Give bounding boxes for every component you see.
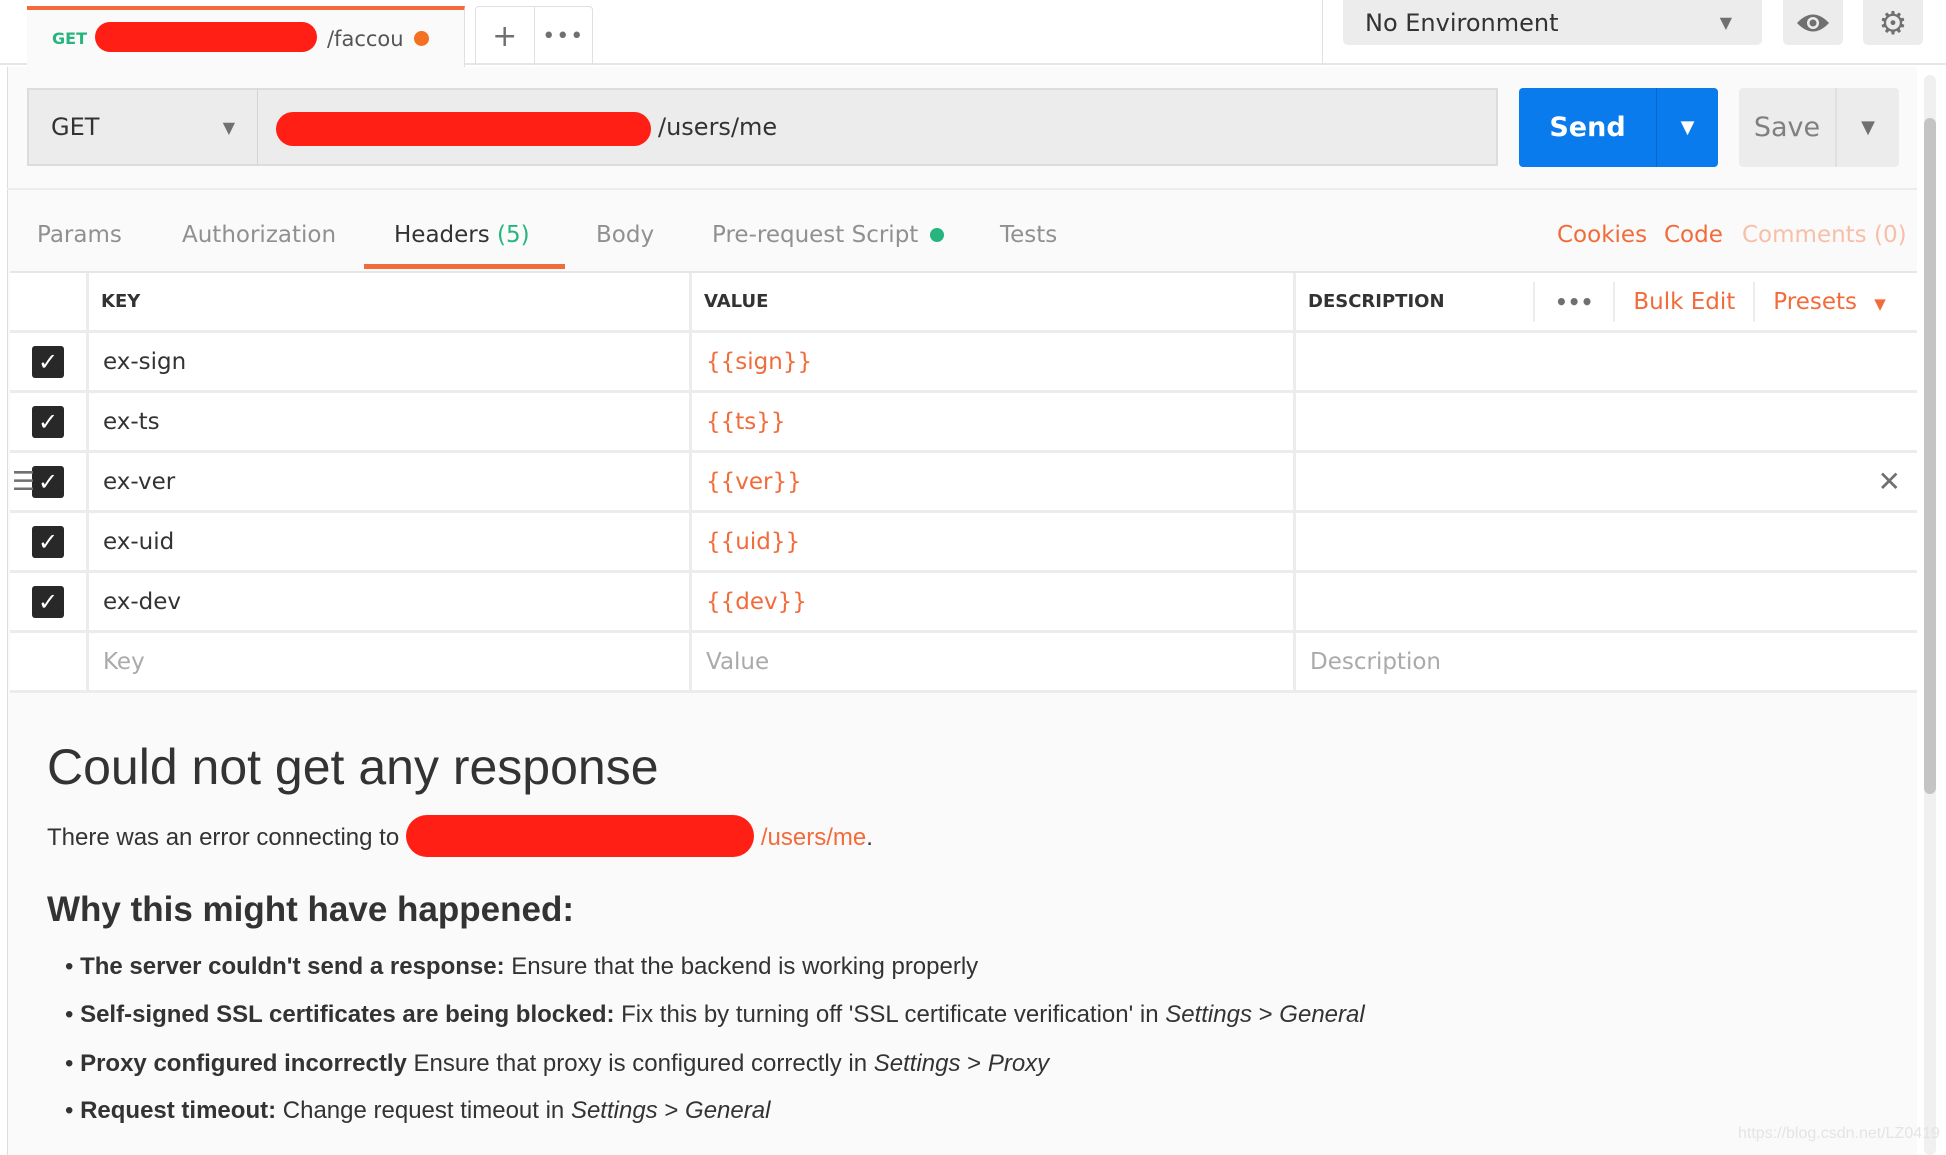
- header-description[interactable]: ✕: [1296, 453, 1917, 510]
- tab-method: GET: [52, 29, 87, 48]
- key-input[interactable]: Key: [89, 633, 692, 690]
- tab-pre-request-script[interactable]: Pre-request Script: [712, 222, 944, 248]
- settings-button[interactable]: ⚙: [1863, 0, 1923, 45]
- header-description[interactable]: [1296, 513, 1917, 570]
- header-value[interactable]: {{ts}}: [692, 393, 1296, 450]
- send-options-button[interactable]: ▼: [1657, 88, 1718, 167]
- header-key[interactable]: ex-dev: [89, 573, 692, 630]
- tab-title: /faccou: [326, 26, 404, 51]
- error-url-link[interactable]: /users/me: [761, 824, 866, 851]
- enable-checkbox[interactable]: ✓: [32, 585, 64, 618]
- bulk-edit-button[interactable]: Bulk Edit: [1615, 281, 1756, 322]
- table-row: ✓ ex-uid {{uid}}: [10, 513, 1917, 573]
- active-tab-indicator: [364, 264, 565, 269]
- chevron-down-icon: ▼: [1874, 294, 1886, 313]
- environment-quick-look-button[interactable]: [1783, 0, 1843, 45]
- chevron-down-icon: ▼: [1861, 117, 1875, 138]
- reason-item: • Self-signed SSL certificates are being…: [65, 1001, 1365, 1028]
- new-tab-button[interactable]: +: [476, 7, 534, 65]
- header-value[interactable]: {{sign}}: [692, 333, 1296, 390]
- headers-count: (5): [497, 222, 530, 248]
- redaction: [405, 815, 754, 857]
- why-heading: Why this might have happened:: [47, 890, 574, 929]
- chevron-down-icon: ▼: [1680, 117, 1695, 138]
- error-message: There was an error connecting to /users/…: [47, 815, 873, 857]
- chevron-down-icon: ▼: [222, 117, 235, 137]
- header-key[interactable]: ex-uid: [89, 513, 692, 570]
- header-value[interactable]: {{ver}}: [692, 453, 1296, 510]
- reason-item: • Proxy configured incorrectly Ensure th…: [65, 1050, 1050, 1077]
- code-link[interactable]: Code: [1664, 222, 1723, 248]
- table-row: ✓ ex-ts {{ts}}: [10, 393, 1917, 453]
- send-button[interactable]: Send: [1519, 88, 1657, 167]
- response-title: Could not get any response: [47, 739, 659, 795]
- close-icon[interactable]: ✕: [1878, 465, 1901, 498]
- table-header: KEY VALUE DESCRIPTION ••• Bulk Edit Pres…: [10, 273, 1917, 333]
- tab-actions: + •••: [475, 6, 593, 65]
- url-text: /users/me: [658, 113, 778, 141]
- method-label: GET: [51, 113, 100, 141]
- tab-headers[interactable]: Headers (5): [394, 222, 530, 248]
- save-options-button[interactable]: ▼: [1837, 88, 1899, 167]
- redaction: [276, 112, 651, 146]
- more-options-button[interactable]: •••: [1533, 281, 1616, 322]
- header-key[interactable]: ex-ts: [89, 393, 692, 450]
- tab-authorization[interactable]: Authorization: [182, 222, 336, 248]
- gear-icon: ⚙: [1878, 3, 1908, 42]
- header-description[interactable]: [1296, 333, 1917, 390]
- enable-checkbox[interactable]: ✓: [32, 525, 64, 558]
- environment-label: No Environment: [1365, 8, 1559, 37]
- table-row: ✓ ex-sign {{sign}}: [10, 333, 1917, 393]
- drag-handle-icon[interactable]: ☰: [12, 467, 35, 497]
- unsaved-dot-icon: [413, 31, 429, 46]
- status-dot-icon: [929, 228, 944, 242]
- column-key: KEY: [89, 273, 692, 330]
- url-input[interactable]: /users/me: [258, 88, 1498, 166]
- description-input[interactable]: Description: [1296, 633, 1917, 690]
- column-description: DESCRIPTION ••• Bulk Edit Presets ▼: [1296, 273, 1917, 330]
- eye-icon: [1797, 14, 1829, 31]
- tab-body[interactable]: Body: [596, 222, 654, 248]
- more-tabs-button[interactable]: •••: [533, 7, 593, 65]
- reason-item: • Request timeout: Change request timeou…: [65, 1097, 771, 1124]
- headers-table: KEY VALUE DESCRIPTION ••• Bulk Edit Pres…: [10, 271, 1917, 693]
- redaction: [95, 22, 317, 52]
- divider: [1322, 0, 1323, 65]
- method-select[interactable]: GET ▼: [27, 88, 258, 166]
- watermark: https://blog.csdn.net/LZ0419: [1738, 1125, 1940, 1142]
- scrollbar-thumb[interactable]: [1924, 118, 1936, 794]
- divider: [7, 188, 1917, 190]
- new-header-row: Key Value Description: [10, 633, 1917, 693]
- header-value[interactable]: {{dev}}: [692, 573, 1296, 630]
- table-row: ✓ ex-dev {{dev}}: [10, 573, 1917, 633]
- header-key[interactable]: ex-ver: [89, 453, 692, 510]
- comments-link[interactable]: Comments (0): [1742, 222, 1907, 248]
- tab-params[interactable]: Params: [37, 222, 122, 248]
- header-value[interactable]: {{uid}}: [692, 513, 1296, 570]
- chevron-down-icon: ▼: [1719, 13, 1732, 32]
- reason-item: • The server couldn't send a response: E…: [65, 953, 979, 980]
- enable-checkbox[interactable]: ✓: [32, 405, 64, 438]
- header-key[interactable]: ex-sign: [89, 333, 692, 390]
- save-button[interactable]: Save: [1739, 88, 1837, 167]
- presets-button[interactable]: Presets ▼: [1755, 289, 1886, 315]
- cookies-link[interactable]: Cookies: [1557, 222, 1647, 248]
- enable-checkbox[interactable]: ✓: [32, 345, 64, 378]
- value-input[interactable]: Value: [692, 633, 1296, 690]
- save-button-group: Save ▼: [1739, 88, 1899, 167]
- environment-select[interactable]: No Environment ▼: [1343, 0, 1762, 45]
- enable-checkbox[interactable]: ✓: [32, 465, 64, 498]
- table-row: ☰ ✓ ex-ver {{ver}} ✕: [10, 453, 1917, 513]
- header-description[interactable]: [1296, 573, 1917, 630]
- request-tab[interactable]: GET /faccou: [27, 6, 465, 67]
- column-value: VALUE: [692, 273, 1296, 330]
- send-button-group: Send ▼: [1519, 88, 1718, 167]
- header-description[interactable]: [1296, 393, 1917, 450]
- tab-tests[interactable]: Tests: [1000, 222, 1057, 248]
